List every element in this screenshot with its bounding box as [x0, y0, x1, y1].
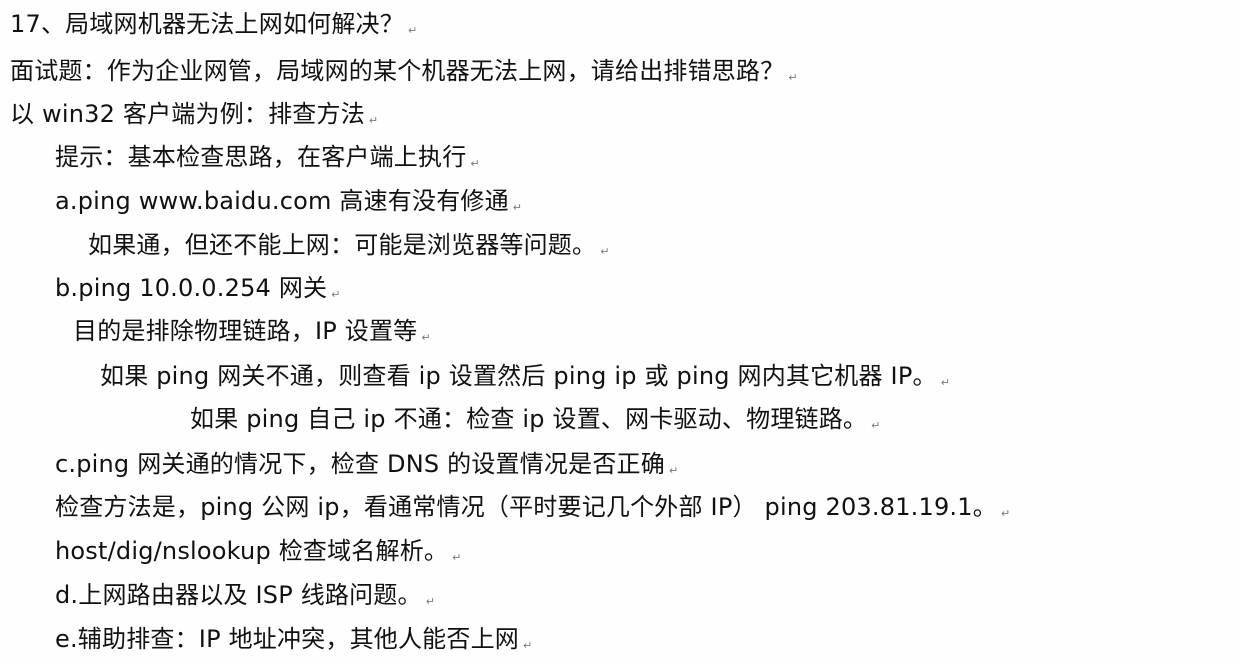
line-text: c.ping 网关通的情况下，检查 DNS 的设置情况是否正确 [55, 450, 665, 478]
paragraph-mark-icon: ↵ [788, 71, 798, 84]
line-text: 如果通，但还不能上网：可能是浏览器等问题。 [88, 231, 597, 259]
doc-line-step-b-purpose: 目的是排除物理链路，IP 设置等 ↵ [73, 316, 431, 351]
line-text: 如果 ping 自己 ip 不通：检查 ip 设置、网卡驱动、物理链路。 [190, 405, 868, 433]
line-text: 面试题：作为企业网管，局域网的某个机器无法上网，请给出排错思路？ [10, 57, 785, 85]
line-text: 检查方法是，ping 公网 ip，看通常情况（平时要记几个外部 IP） ping… [55, 493, 997, 521]
line-text: 提示：基本检查思路，在客户端上执行 [55, 143, 467, 171]
line-text: 以 win32 客户端为例：排查方法 [10, 100, 365, 128]
paragraph-mark-icon: ↵ [522, 639, 533, 652]
doc-line-step-b-self-fail: 如果 ping 自己 ip 不通：检查 ip 设置、网卡驱动、物理链路。 ↵ [190, 404, 881, 439]
paragraph-mark-icon: ↵ [940, 376, 951, 389]
paragraph-mark-icon: ↵ [368, 114, 379, 127]
doc-line-title: 17、局域网机器无法上网如何解决？ ↵ [10, 9, 417, 44]
paragraph-mark-icon: ↵ [1000, 507, 1011, 520]
line-text: 目的是排除物理链路，IP 设置等 [73, 317, 418, 345]
doc-line-tip: 提示：基本检查思路，在客户端上执行 ↵ [55, 142, 480, 177]
line-text: d.上网路由器以及 ISP 线路问题。 [55, 581, 422, 609]
paragraph-mark-icon: ↵ [871, 419, 881, 432]
line-text: a.ping www.baidu.com 高速有没有修通 [55, 187, 509, 215]
doc-line-step-b: b.ping 10.0.0.254 网关 ↵ [55, 273, 341, 308]
paragraph-mark-icon: ↵ [331, 288, 341, 301]
paragraph-mark-icon: ↵ [452, 551, 462, 564]
line-text: b.ping 10.0.0.254 网关 [55, 274, 328, 302]
doc-line-method-intro: 以 win32 客户端为例：排查方法 ↵ [10, 99, 378, 134]
doc-line-dns-tools: host/dig/nslookup 检查域名解析。 ↵ [55, 536, 462, 571]
paragraph-mark-icon: ↵ [470, 157, 480, 170]
doc-line-step-d: d.上网路由器以及 ISP 线路问题。 ↵ [55, 580, 435, 615]
doc-line-step-b-gateway-fail: 如果 ping 网关不通，则查看 ip 设置然后 ping ip 或 ping … [100, 361, 950, 396]
doc-line-step-e: e.辅助排查：IP 地址冲突，其他人能否上网 ↵ [55, 624, 532, 659]
line-text: host/dig/nslookup 检查域名解析。 [55, 537, 449, 565]
paragraph-mark-icon: ↵ [600, 245, 610, 258]
doc-line-interview-question: 面试题：作为企业网管，局域网的某个机器无法上网，请给出排错思路？ ↵ [10, 56, 798, 91]
doc-line-step-c: c.ping 网关通的情况下，检查 DNS 的设置情况是否正确 ↵ [55, 449, 678, 484]
line-text: e.辅助排查：IP 地址冲突，其他人能否上网 [55, 625, 519, 653]
doc-line-step-a: a.ping www.baidu.com 高速有没有修通 ↵ [55, 186, 522, 221]
paragraph-mark-icon: ↵ [512, 201, 523, 214]
paragraph-mark-icon: ↵ [421, 331, 431, 344]
doc-line-step-c-method: 检查方法是，ping 公网 ip，看通常情况（平时要记几个外部 IP） ping… [55, 492, 1010, 527]
document-page: 17、局域网机器无法上网如何解决？ ↵ 面试题：作为企业网管，局域网的某个机器无法… [0, 0, 1240, 662]
paragraph-mark-icon: ↵ [668, 464, 679, 477]
line-text: 如果 ping 网关不通，则查看 ip 设置然后 ping ip 或 ping … [100, 362, 937, 390]
line-text: 17、局域网机器无法上网如何解决？ [10, 10, 404, 38]
doc-line-step-a-detail: 如果通，但还不能上网：可能是浏览器等问题。 ↵ [88, 230, 610, 265]
paragraph-mark-icon: ↵ [407, 24, 418, 37]
paragraph-mark-icon: ↵ [425, 595, 436, 608]
